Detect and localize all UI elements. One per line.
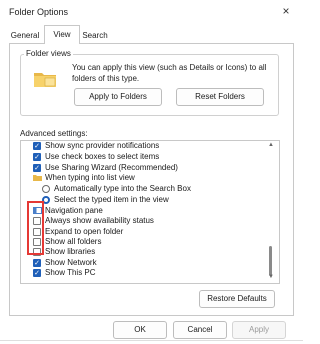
list-item-label: Show This PC — [45, 268, 96, 277]
list-item-label: Use Sharing Wizard (Recommended) — [45, 163, 178, 172]
folder-views-title: Folder views — [24, 49, 73, 58]
tab-search[interactable]: Search — [81, 28, 109, 43]
bottom-divider — [0, 340, 303, 341]
list-item-label: Show libraries — [45, 247, 96, 256]
folder-icon — [34, 73, 56, 87]
list-item-label: Select the typed item in the view — [54, 195, 169, 204]
advanced-settings-label: Advanced settings: — [20, 129, 88, 138]
reset-folders-button[interactable]: Reset Folders — [176, 88, 264, 106]
tab-view[interactable]: View — [44, 25, 80, 44]
highlight-annotation — [27, 201, 44, 255]
ok-button[interactable]: OK — [113, 321, 167, 339]
checkbox-checked[interactable]: ✓ — [33, 142, 41, 150]
checkbox-checked[interactable]: ✓ — [33, 259, 41, 267]
tab-general[interactable]: General — [9, 28, 41, 43]
list-item-label: Use check boxes to select items — [45, 152, 160, 161]
scroll-down-arrow-icon[interactable]: ▼ — [266, 273, 276, 281]
apply-button[interactable]: Apply — [232, 321, 286, 339]
checkbox-checked[interactable]: ✓ — [33, 153, 41, 161]
window-title: Folder Options — [9, 7, 69, 17]
list-item-label: Show Network — [45, 258, 97, 267]
list-item-label: Show sync provider notifications — [45, 141, 160, 150]
list-item-label: Automatically type into the Search Box — [54, 184, 191, 193]
list-item-label: Expand to open folder — [45, 227, 124, 236]
category-label: Navigation pane — [45, 206, 103, 215]
radio-unselected[interactable] — [42, 185, 50, 193]
scroll-up-arrow-icon[interactable]: ▲ — [266, 141, 276, 149]
cancel-button[interactable]: Cancel — [173, 321, 227, 339]
folder-icon — [33, 175, 42, 181]
checkbox-checked[interactable]: ✓ — [33, 269, 41, 277]
category-label: When typing into list view — [45, 173, 135, 182]
restore-defaults-button[interactable]: Restore Defaults — [199, 290, 275, 308]
scrollbar-thumb[interactable] — [269, 246, 272, 276]
close-button[interactable]: × — [277, 3, 295, 19]
folder-views-description: You can apply this view (such as Details… — [72, 63, 267, 83]
list-item-label: Always show availability status — [45, 216, 154, 225]
apply-to-folders-button[interactable]: Apply to Folders — [74, 88, 162, 106]
list-item-label: Show all folders — [45, 237, 102, 246]
checkbox-checked[interactable]: ✓ — [33, 164, 41, 172]
